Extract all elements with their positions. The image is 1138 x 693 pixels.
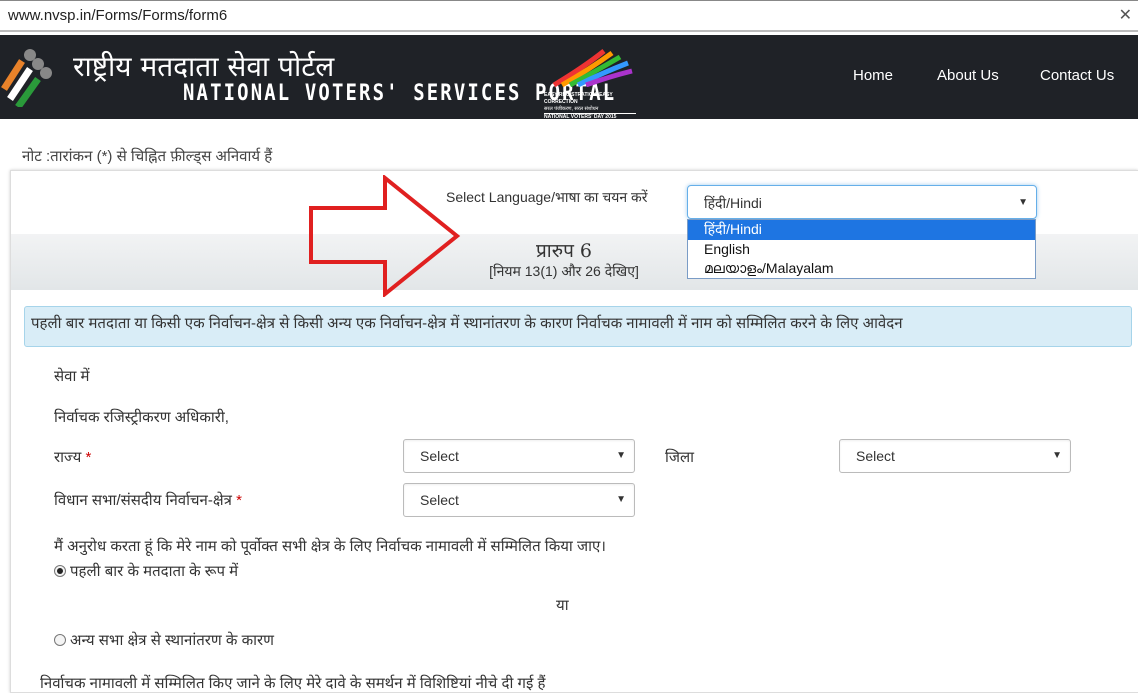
language-option-malayalam[interactable]: മലയാളം/Malayalam — [688, 259, 1035, 279]
district-select[interactable]: Select ▼ — [839, 439, 1071, 473]
or-text: या — [556, 597, 569, 614]
state-select-value: Select — [420, 448, 459, 464]
radio-unchecked-icon[interactable] — [54, 634, 66, 646]
mandatory-note: नोट :तारांकन (*) से चिह्नित फ़ील्ड्स अनि… — [22, 148, 273, 165]
nav-home[interactable]: Home — [853, 67, 893, 84]
district-select-value: Select — [856, 448, 895, 464]
radio-shift-label: अन्य सभा क्षेत्र से स्थानांतरण के कारण — [70, 632, 274, 649]
badge-line: NATIONAL VOTERS' DAY 2015 — [544, 113, 636, 121]
language-dropdown: हिंदी/Hindi English മലയാളം/Malayalam — [687, 219, 1036, 279]
required-marker: * — [236, 492, 242, 509]
caret-down-icon: ▼ — [1018, 197, 1028, 208]
caret-down-icon: ▼ — [616, 494, 626, 505]
eci-logo-icon — [1, 49, 52, 107]
language-select[interactable]: हिंदी/Hindi ▼ — [687, 185, 1037, 219]
state-label-text: राज्य — [54, 449, 82, 466]
caret-down-icon: ▼ — [616, 450, 626, 461]
language-option-english[interactable]: English — [688, 240, 1035, 260]
state-select[interactable]: Select ▼ — [403, 439, 635, 473]
address-bar[interactable]: www.nvsp.in/Forms/Forms/form6 ✕ — [0, 0, 1138, 32]
constituency-label-text: विधान सभा/संसदीय निर्वाचन-क्षेत्र — [54, 492, 232, 509]
badge-line: EASY REGISTRATION, EASY CORRECTION — [544, 92, 613, 105]
site-header: राष्ट्रीय मतदाता सेवा पोर्टल NATIONAL VO… — [0, 35, 1138, 120]
url-text: www.nvsp.in/Forms/Forms/form6 — [8, 7, 228, 24]
caret-down-icon: ▼ — [1052, 450, 1062, 461]
red-arrow-annotation-icon — [309, 175, 461, 297]
close-icon[interactable]: ✕ — [1119, 1, 1132, 31]
voters-day-logo-icon — [552, 49, 633, 88]
constituency-select[interactable]: Select ▼ — [403, 483, 635, 517]
to-label: सेवा में — [54, 368, 90, 385]
officer-label: निर्वाचक रजिस्ट्रीकरण अधिकारी, — [54, 409, 229, 426]
request-text: मैं अनुरोध करता हूं कि मेरे नाम को पूर्व… — [54, 538, 606, 555]
nav-about-us[interactable]: About Us — [937, 67, 999, 84]
radio-first-time-label: पहली बार के मतदाता के रूप में — [70, 563, 239, 580]
form-description: पहली बार मतदाता या किसी एक निर्वाचन-क्षे… — [24, 306, 1132, 347]
radio-shift[interactable]: अन्य सभा क्षेत्र से स्थानांतरण के कारण — [54, 630, 274, 650]
badge-line: सरल पंजीकरण, सरल संशोधन — [544, 106, 599, 112]
nav-contact-us[interactable]: Contact Us — [1040, 67, 1114, 84]
district-label: जिला — [665, 449, 695, 466]
voters-day-badge: EASY REGISTRATION, EASY CORRECTION सरल प… — [544, 47, 636, 120]
language-option-hindi[interactable]: हिंदी/Hindi — [688, 220, 1035, 240]
radio-first-time[interactable]: पहली बार के मतदाता के रूप में — [54, 561, 238, 581]
constituency-label: विधान सभा/संसदीय निर्वाचन-क्षेत्र * — [54, 490, 242, 510]
constituency-select-value: Select — [420, 492, 459, 508]
state-label: राज्य * — [54, 447, 91, 467]
language-selected-value: हिंदी/Hindi — [704, 195, 762, 211]
radio-checked-icon[interactable] — [54, 565, 66, 577]
language-label: Select Language/भाषा का चयन करें — [446, 189, 648, 205]
required-marker: * — [85, 449, 92, 466]
site-title-hindi: राष्ट्रीय मतदाता सेवा पोर्टल — [73, 50, 335, 83]
particulars-text: निर्वाचक नामावली में सम्मिलित किए जाने क… — [40, 675, 546, 692]
